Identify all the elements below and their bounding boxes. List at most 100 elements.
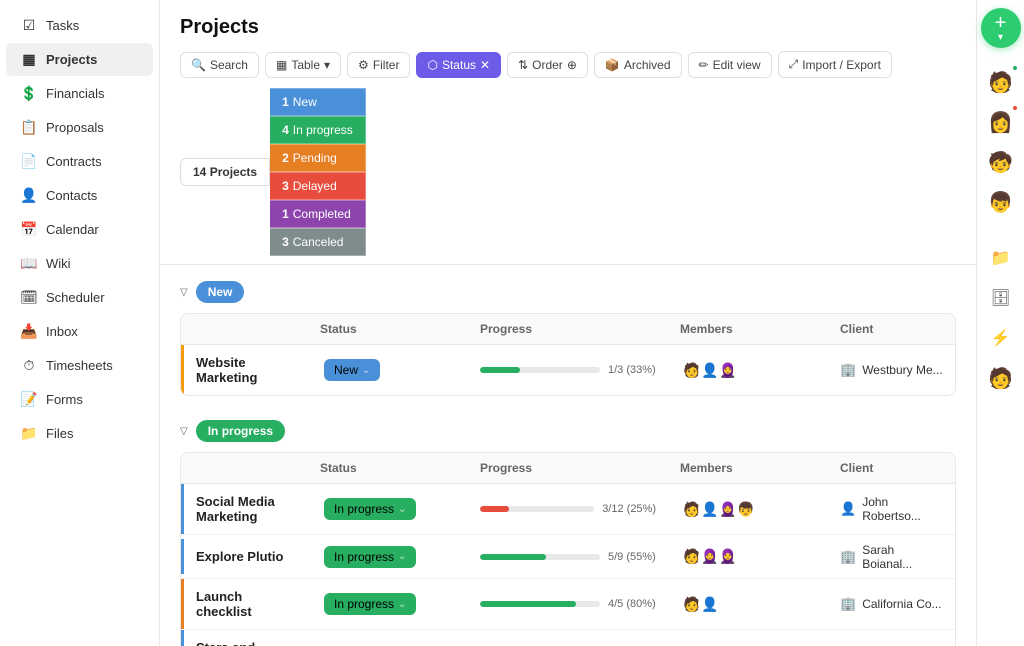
sidebar-label-contracts: Contracts (46, 154, 102, 169)
content-area: ▽ New StatusProgressMembersClientWebsite… (160, 265, 976, 646)
progress-text: 3/12 (25%) (602, 503, 656, 515)
member-avatar[interactable]: 👤 (698, 592, 722, 616)
table-button[interactable]: ▦ Table ▾ (265, 52, 341, 78)
chevron-down-icon-2: ⊕ (567, 58, 577, 72)
search-button[interactable]: 🔍 Search (180, 52, 259, 78)
members-cell: 🧑👤 (668, 592, 828, 616)
member-avatar[interactable]: 🧕 (716, 358, 740, 382)
section-label-in_progress: In progress (196, 420, 285, 442)
sidebar-item-projects[interactable]: ▦Projects (6, 43, 153, 76)
close-icon: ✕ (480, 58, 490, 72)
sidebar-label-proposals: Proposals (46, 120, 104, 135)
row-name[interactable]: Social Media Marketing (181, 484, 308, 534)
status-cell: In progress ⌄ (308, 593, 468, 615)
filter-button[interactable]: ⚙ Filter (347, 52, 410, 78)
sidebar-item-tasks[interactable]: ☑Tasks (6, 9, 153, 42)
table-row: Social Media Marketing In progress ⌄ 3/12… (181, 484, 955, 535)
filter-label: Filter (373, 58, 400, 72)
archive-icon: 📦 (605, 58, 620, 72)
proposals-icon: 📋 (20, 119, 38, 136)
sidebar-item-scheduler[interactable]: 🗓Scheduler (6, 281, 153, 314)
status-cell: In progress ⌄ (308, 498, 468, 520)
sidebar-item-wiki[interactable]: 📖Wiki (6, 247, 153, 280)
sidebar-label-files: Files (46, 426, 73, 441)
user-avatar-5[interactable]: 🧑 (983, 360, 1019, 396)
client-name: John Robertso... (862, 495, 943, 523)
status-bar-completed[interactable]: 1Completed (270, 200, 366, 228)
sidebar-item-timesheets[interactable]: ⏱Timesheets (6, 349, 153, 382)
add-button[interactable]: + ▾ (981, 8, 1021, 48)
count-label: 3 (282, 179, 289, 193)
status-bar-canceled[interactable]: 3Canceled (270, 228, 366, 256)
financials-icon: 💲 (20, 85, 38, 102)
archived-label: Archived (624, 58, 671, 72)
header-cell-0 (181, 453, 308, 483)
member-avatar[interactable]: 👦 (734, 497, 758, 521)
sidebar-item-contacts[interactable]: 👤Contacts (6, 179, 153, 212)
bolt-icon[interactable]: ⚡ (983, 320, 1019, 356)
progress-bar-fill (480, 601, 576, 607)
client-icon: 🏢 (840, 596, 856, 612)
import-export-button[interactable]: ⤢ Import / Export (778, 51, 892, 78)
status-bar-pending[interactable]: 2Pending (270, 144, 366, 172)
table-row: Explore PlutioIn progress ⌄ 5/9 (55%) 🧑🧕… (181, 535, 955, 579)
row-name[interactable]: Website Marketing (181, 345, 308, 395)
status-button[interactable]: ⬡ Status ✕ (416, 52, 501, 78)
progress-bar-fill (480, 367, 520, 373)
sidebar-item-proposals[interactable]: 📋 Proposals (6, 111, 153, 144)
folder-icon[interactable]: 📁 (983, 240, 1019, 276)
client-icon: 👤 (840, 501, 856, 517)
sidebar-item-financials[interactable]: 💲Financials (6, 77, 153, 110)
status-name: In progress (293, 123, 353, 137)
user-avatar-3[interactable]: 🧒 (983, 144, 1019, 180)
status-bar-new[interactable]: 1New (270, 88, 366, 116)
order-label: Order (532, 58, 563, 72)
status-arrow: ⌄ (362, 365, 370, 376)
user-avatar-4[interactable]: 👦 (983, 184, 1019, 220)
sidebar-label-tasks: Tasks (46, 18, 79, 33)
client-name: Sarah Boianal... (862, 543, 943, 571)
sidebar: ☑Tasks▦Projects💲Financials 📋 Proposals 📄Con… (0, 0, 160, 646)
header-cell-0 (181, 314, 308, 344)
client-name: California Co... (862, 597, 941, 611)
table-row: Stars and Galaxies Podcast B...In progre… (181, 630, 955, 646)
count-label: 3 (282, 235, 289, 249)
status-label: Status (442, 58, 476, 72)
sidebar-item-forms[interactable]: 📝Forms (6, 383, 153, 416)
row-name[interactable]: Explore Plutio (181, 539, 308, 574)
member-avatar[interactable]: 🧕 (716, 545, 740, 569)
row-name[interactable]: Stars and Galaxies Podcast B... (181, 630, 308, 646)
total-count: 14 (193, 165, 206, 179)
status-bar-in-progress[interactable]: 4In progress (270, 116, 366, 144)
sidebar-item-contracts[interactable]: 📄Contracts (6, 145, 153, 178)
progress-bar-fill (480, 554, 546, 560)
status-badge[interactable]: New ⌄ (324, 359, 380, 381)
archived-button[interactable]: 📦 Archived (594, 52, 682, 78)
status-bar-delayed[interactable]: 3 Delayed (270, 172, 366, 200)
sidebar-item-inbox[interactable]: 📥Inbox (6, 315, 153, 348)
sidebar-label-inbox: Inbox (46, 324, 78, 339)
wiki-icon: 📖 (20, 255, 38, 272)
status-badge[interactable]: In progress ⌄ (324, 498, 416, 520)
progress-bar-bg (480, 367, 600, 373)
sidebar-item-calendar[interactable]: 📅Calendar (6, 213, 153, 246)
archive-right-icon[interactable]: 🗄 (983, 280, 1019, 316)
header-cell-3: Members (668, 453, 828, 483)
section-chevron-in_progress[interactable]: ▽ (180, 426, 188, 437)
order-button[interactable]: ⇅ Order ⊕ (507, 52, 588, 78)
status-badge[interactable]: In progress ⌄ (324, 546, 416, 568)
status-name: Delayed (293, 179, 337, 193)
header-cell-2: Progress (468, 453, 668, 483)
files-icon: 📁 (20, 425, 38, 442)
section-chevron-new[interactable]: ▽ (180, 287, 188, 298)
section-header-new: ▽ New (180, 281, 956, 303)
offline-badge (1011, 104, 1019, 112)
progress-cell: 5/9 (55%) (468, 551, 668, 563)
sidebar-label-timesheets: Timesheets (46, 358, 113, 373)
status-arrow: ⌄ (398, 599, 406, 610)
page-header: Projects 🔍 Search ▦ Table ▾ ⚙ Filter ⬡ S… (160, 0, 976, 265)
edit-view-button[interactable]: ✏ Edit view (688, 52, 772, 78)
status-badge[interactable]: In progress ⌄ (324, 593, 416, 615)
sidebar-item-files[interactable]: 📁 Files (6, 417, 153, 450)
row-name[interactable]: Launch checklist (181, 579, 308, 629)
